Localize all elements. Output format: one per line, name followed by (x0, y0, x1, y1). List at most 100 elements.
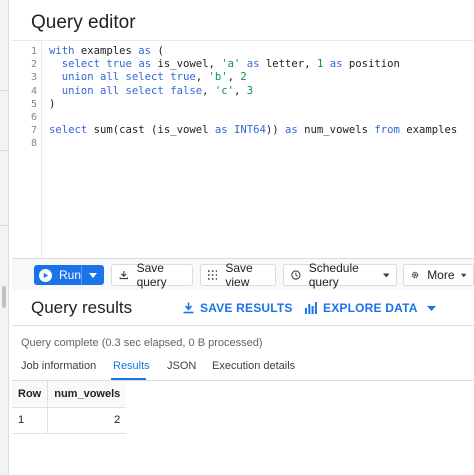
code-editor[interactable]: 1 2 3 4 5 6 7 8 with examples as ( selec… (12, 40, 474, 259)
code-keyword: as (131, 58, 152, 71)
line-number: 5 (30, 98, 37, 110)
code-string: 'a' (221, 58, 241, 71)
tab-json[interactable]: JSON (167, 360, 196, 372)
caret-down-icon (460, 273, 466, 277)
play-icon (39, 268, 52, 282)
code-number: 2 (240, 71, 247, 84)
results-divider (12, 325, 474, 326)
code-keyword: as (214, 124, 228, 137)
rail-divider (0, 150, 9, 151)
tab-results[interactable]: Results (113, 360, 150, 372)
tab-job-information[interactable]: Job information (21, 360, 96, 372)
code-lines[interactable]: with examples as ( select true as is_vow… (49, 45, 457, 151)
run-options-dropdown[interactable] (82, 272, 104, 278)
code-text: , (227, 71, 241, 84)
save-view-button[interactable]: Save view (200, 261, 276, 289)
code-keyword: as (323, 58, 343, 71)
line-number: 7 (30, 125, 37, 137)
code-text: , (195, 71, 209, 84)
line-number: 4 (30, 85, 37, 97)
explore-data-button[interactable]: EXPLORE DATA (305, 301, 436, 315)
run-main[interactable]: Run (34, 265, 82, 285)
schedule-query-label: Schedule query (308, 261, 359, 289)
code-text: num_vowels (297, 124, 375, 137)
code-keyword: select (61, 58, 101, 71)
code-text: sum(cast (is_vowel (87, 124, 215, 137)
rail-divider (0, 225, 9, 226)
code-line-3[interactable]: union all select true, 'b', 2 (49, 71, 457, 84)
grid-icon (208, 270, 218, 280)
column-header-row: Row (12, 381, 48, 408)
line-number: 2 (30, 59, 37, 71)
code-line-4[interactable]: union all select false, 'c', 3 (49, 85, 457, 98)
code-number: 3 (246, 84, 254, 97)
left-rail (0, 0, 9, 475)
save-view-label: Save view (225, 261, 253, 289)
editor-title: Query editor (31, 12, 136, 33)
line-number: 6 (30, 111, 37, 123)
code-keyword: false (163, 84, 203, 97)
code-line-6[interactable] (49, 111, 457, 124)
line-number: 8 (30, 138, 37, 150)
code-keyword: from (374, 124, 400, 137)
table-header-row: Row num_vowels (12, 381, 127, 408)
save-query-label: Save query (136, 261, 167, 289)
save-results-button[interactable]: SAVE RESULTS (183, 301, 293, 315)
code-keyword: INT64 (227, 124, 266, 137)
save-results-label: SAVE RESULTS (200, 301, 293, 315)
results-table: Row num_vowels 1 2 (12, 381, 127, 434)
code-string: 'b' (208, 71, 228, 84)
run-button[interactable]: Run (34, 265, 104, 285)
code-line-8[interactable] (49, 137, 457, 150)
caret-down-icon (382, 272, 389, 278)
line-number: 1 (30, 46, 37, 57)
code-text: ) (49, 97, 56, 110)
code-line-7[interactable]: select sum(cast (is_vowel as INT64)) as … (49, 124, 457, 137)
save-query-button[interactable]: Save query (111, 261, 193, 289)
resize-handle[interactable] (2, 286, 6, 308)
code-keyword: as (138, 45, 152, 57)
table-row: 1 2 (12, 407, 127, 434)
code-line-1[interactable]: with examples as ( (49, 45, 457, 58)
code-text: , (234, 84, 247, 97)
code-text: ( (151, 45, 164, 57)
caret-down-icon (89, 272, 97, 278)
download-icon (183, 302, 194, 314)
gear-icon (411, 271, 419, 279)
schedule-query-button[interactable]: Schedule query (283, 261, 397, 289)
code-keyword: with (49, 45, 75, 57)
code-text: is_vowel, (151, 58, 222, 71)
code-keyword: union all select (61, 71, 164, 84)
num-vowels-cell: 2 (47, 407, 127, 434)
code-text: letter, (259, 58, 317, 71)
code-text: examples (74, 45, 139, 57)
results-tabs: Job information Results JSON Execution d… (12, 355, 474, 381)
code-keyword: as (285, 124, 298, 137)
caret-down-icon (426, 305, 436, 311)
download-icon (119, 271, 128, 280)
code-text: )) (265, 124, 286, 137)
code-line-2[interactable]: select true as is_vowel, 'a' as letter, … (49, 58, 457, 71)
more-button[interactable]: More (403, 264, 474, 286)
query-status: Query complete (0.3 sec elapsed, 0 B pro… (21, 337, 263, 349)
line-number: 3 (30, 72, 37, 84)
code-keyword: as (240, 58, 260, 71)
rail-divider (0, 90, 9, 91)
code-text: examples (399, 124, 458, 137)
code-keyword: true (163, 71, 196, 84)
tab-execution-details[interactable]: Execution details (212, 360, 295, 372)
chart-icon (305, 302, 317, 314)
more-label: More (427, 268, 455, 282)
explore-data-label: EXPLORE DATA (323, 301, 418, 315)
line-number-gutter: 1 2 3 4 5 6 7 8 (12, 45, 39, 151)
query-toolbar: Run Save query Save view Schedule query … (12, 258, 474, 290)
code-line-5[interactable]: ) (49, 98, 457, 111)
code-string: 'c' (214, 84, 235, 97)
column-header-num-vowels: num_vowels (47, 381, 127, 408)
code-text: position (342, 58, 400, 71)
row-number-cell: 1 (12, 407, 48, 434)
code-keyword: select (49, 124, 88, 137)
